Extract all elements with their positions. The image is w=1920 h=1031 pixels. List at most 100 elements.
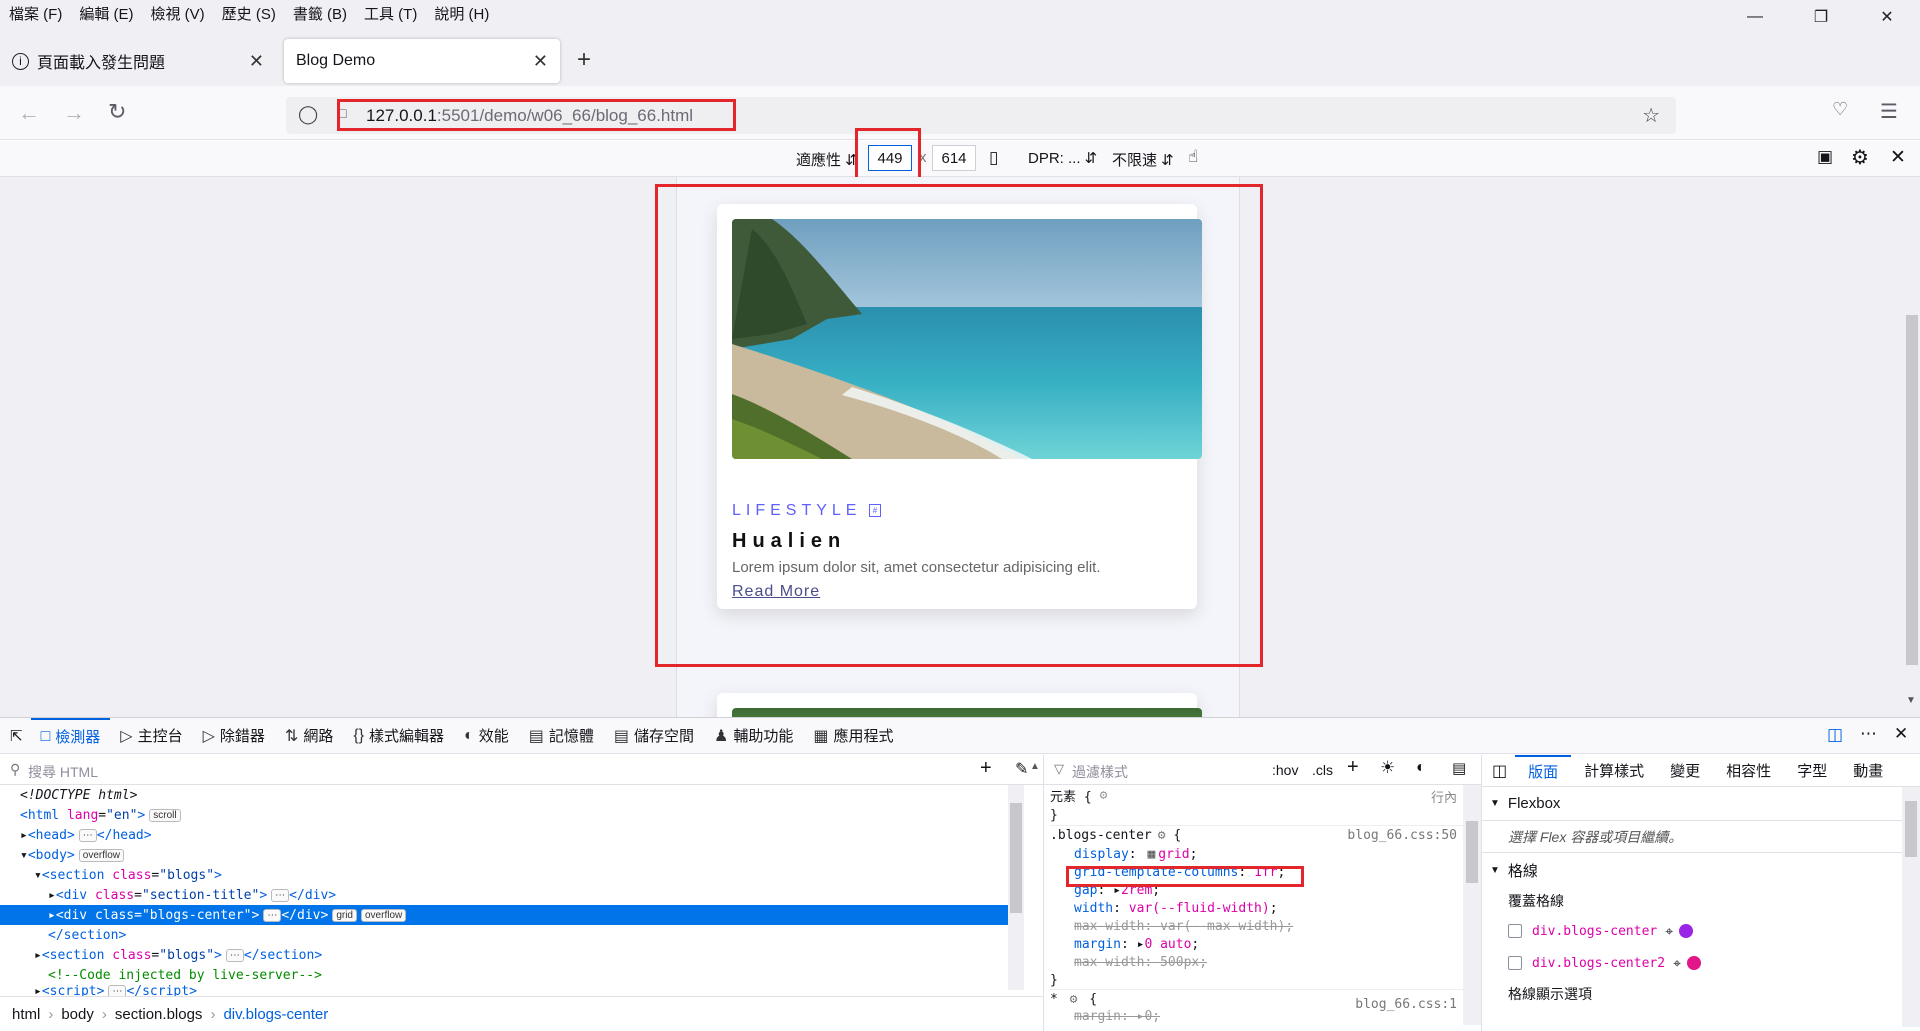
breadcrumb-item-current[interactable]: div.blogs-center <box>223 1006 328 1023</box>
menu-file[interactable]: 檔案 (F) <box>0 3 70 24</box>
more-options-icon[interactable]: ⋯ <box>1860 724 1877 744</box>
forward-icon[interactable]: → <box>63 100 85 126</box>
markup-scrollbar[interactable] <box>1008 785 1024 990</box>
declaration[interactable]: margin: ▸ 0 auto; <box>1050 935 1481 953</box>
hov-toggle[interactable]: :hov <box>1272 762 1298 778</box>
tab-changes[interactable]: 變更 <box>1657 755 1713 787</box>
breadcrumb-item[interactable]: body <box>61 1006 94 1023</box>
read-more-link[interactable]: Read More <box>732 583 820 601</box>
layout-scrollbar[interactable] <box>1902 787 1920 1027</box>
reload-icon[interactable]: ↻ <box>108 99 126 125</box>
rotate-icon[interactable]: ▯ <box>989 148 998 168</box>
tab-debugger[interactable]: ▷ 除錯器 <box>193 718 275 754</box>
rules-scrollbar[interactable] <box>1463 785 1481 1025</box>
throttle-select[interactable]: 不限速 ⇵ <box>1112 149 1174 170</box>
tab-storage[interactable]: ▤ 儲存空間 <box>604 718 704 754</box>
page-scrollbar[interactable]: ▼ <box>1902 177 1920 717</box>
breadcrumb-item[interactable]: section.blogs <box>115 1006 203 1023</box>
tree-line[interactable]: ▸ <head> ⋯ </head> <box>0 825 1024 845</box>
add-node-icon[interactable]: + <box>980 757 992 780</box>
tab-page-error[interactable]: i 頁面載入發生問題 ✕ <box>0 39 276 83</box>
close-tab-icon[interactable]: ✕ <box>249 51 264 72</box>
tree-line[interactable]: ▾ <body> overflow <box>0 845 1024 865</box>
grid-section-header[interactable]: ▼ 格線 <box>1482 853 1920 887</box>
eyedropper-icon[interactable]: ✎ <box>1015 759 1028 779</box>
grid-color-swatch[interactable] <box>1686 956 1701 970</box>
tree-line[interactable]: ▸ <div class = "section-title" > ⋯ </div> <box>0 885 1024 905</box>
tree-line[interactable]: <!DOCTYPE html> <box>0 785 1024 805</box>
menu-edit[interactable]: 編輯 (E) <box>70 3 141 24</box>
tab-computed[interactable]: 計算樣式 <box>1571 755 1657 787</box>
dpr-select[interactable]: DPR: ... ⇵ <box>1028 149 1097 167</box>
declaration[interactable]: display: ▦ grid; <box>1050 845 1481 863</box>
scroll-up-icon[interactable]: ▲ <box>1030 761 1040 772</box>
dark-scheme-icon[interactable]: ◐ <box>1416 759 1426 777</box>
rule-source-link[interactable]: blog_66.css:50 <box>1347 828 1457 843</box>
gear-icon[interactable]: ⚙ <box>1100 788 1108 803</box>
tab-accessibility[interactable]: ♟ 輔助功能 <box>704 718 803 754</box>
pick-element-icon[interactable]: ⇱ <box>0 718 31 754</box>
device-select[interactable]: 適應性 ⇵ <box>796 149 858 170</box>
grid-overlay-checkbox[interactable] <box>1508 956 1522 970</box>
add-rule-icon[interactable]: + <box>1347 756 1359 779</box>
flexbox-section-header[interactable]: ▼ Flexbox <box>1482 787 1920 821</box>
gear-icon[interactable]: ⚙ <box>1070 992 1078 1007</box>
tree-line[interactable]: ▾ <section class = "blogs" > <box>0 865 1024 885</box>
tab-fonts[interactable]: 字型 <box>1784 755 1840 787</box>
tab-application[interactable]: ▦ 應用程式 <box>803 718 903 754</box>
crosshair-icon[interactable]: ⌖ <box>1665 923 1673 940</box>
tab-animations[interactable]: 動畫 <box>1840 755 1896 787</box>
tree-line[interactable]: ▸ <section class = "blogs" > ⋯ </section> <box>0 945 1024 965</box>
tree-line-selected[interactable]: ▸ <div class = "blogs-center" > ⋯ </div> grid ov… <box>0 905 1024 925</box>
menu-history[interactable]: 歷史 (S) <box>213 3 284 24</box>
menu-bookmarks[interactable]: 書籤 (B) <box>284 3 355 24</box>
toggle-sidebar-icon[interactable]: ◫ <box>1482 761 1515 781</box>
declaration-overridden[interactable]: max-width: 500px; <box>1050 953 1481 971</box>
grid-color-swatch[interactable] <box>1679 924 1694 938</box>
gear-icon[interactable]: ⚙ <box>1158 828 1166 843</box>
pocket-icon[interactable]: ♡ <box>1832 99 1848 120</box>
scrollbar-thumb[interactable] <box>1906 315 1918 665</box>
viewport-width-input[interactable]: 449 <box>868 145 912 171</box>
styles-filter-input[interactable]: 過濾樣式 <box>1072 762 1128 782</box>
scroll-down-icon[interactable]: ▼ <box>1906 695 1916 706</box>
light-scheme-icon[interactable]: ☀ <box>1380 758 1395 778</box>
dock-icon[interactable]: ◫ <box>1827 725 1843 745</box>
crosshair-icon[interactable]: ⌖ <box>1673 955 1681 972</box>
declaration[interactable]: gap: ▸ 2rem; <box>1050 881 1481 899</box>
tab-compatibility[interactable]: 相容性 <box>1713 755 1784 787</box>
grid-overlay-checkbox[interactable] <box>1508 924 1522 938</box>
close-devtools-icon[interactable]: ✕ <box>1894 724 1908 744</box>
tree-line[interactable]: <!--Code injected by live-server--> <box>0 965 1024 985</box>
tree-line[interactable]: <html lang = "en" > scroll <box>0 805 1024 825</box>
tab-style-editor[interactable]: {} 樣式編輯器 <box>343 718 454 754</box>
new-tab-icon[interactable]: + <box>577 46 591 74</box>
html-search-input[interactable]: 搜尋 HTML <box>28 762 98 782</box>
rule-source-link[interactable]: blog_66.css:1 <box>1355 997 1457 1012</box>
breadcrumb-item[interactable]: html <box>0 1006 40 1023</box>
close-tab-icon[interactable]: ✕ <box>533 51 548 72</box>
screenshot-icon[interactable]: ▣ <box>1817 147 1833 167</box>
viewport-height-input[interactable]: 614 <box>932 145 976 171</box>
tab-inspector[interactable]: □ 檢測器 <box>30 717 111 754</box>
tab-network[interactable]: ⇅ 網路 <box>275 718 343 754</box>
tab-blog-demo[interactable]: Blog Demo ✕ <box>284 39 560 83</box>
cls-toggle[interactable]: .cls <box>1312 762 1333 778</box>
close-rdm-icon[interactable]: ✕ <box>1890 146 1906 169</box>
url-text[interactable]: 127.0.0.1:5501/demo/w06_66/blog_66.html <box>366 106 693 126</box>
shield-icon[interactable]: ◯ <box>298 104 318 125</box>
menu-help[interactable]: 說明 (H) <box>425 3 497 24</box>
menu-view[interactable]: 檢視 (V) <box>142 3 213 24</box>
tree-line[interactable]: </section> <box>0 925 1024 945</box>
menu-icon[interactable]: ☰ <box>1880 99 1898 124</box>
tab-layout[interactable]: 版面 <box>1515 755 1572 787</box>
tab-performance[interactable]: ◐ 效能 <box>454 718 519 754</box>
declaration[interactable]: width: var(--fluid-width); <box>1050 899 1481 917</box>
rule-selector[interactable]: .blogs-center <box>1050 828 1152 843</box>
menu-tools[interactable]: 工具 (T) <box>355 3 425 24</box>
declaration-overridden[interactable]: max-width: var(--max-width); <box>1050 917 1481 935</box>
touch-simulation-icon[interactable]: ☝ <box>1188 147 1198 167</box>
bookmark-star-icon[interactable]: ☆ <box>1642 103 1660 128</box>
tab-console[interactable]: ▷ 主控台 <box>110 718 192 754</box>
settings-gear-icon[interactable]: ⚙ <box>1851 145 1869 170</box>
